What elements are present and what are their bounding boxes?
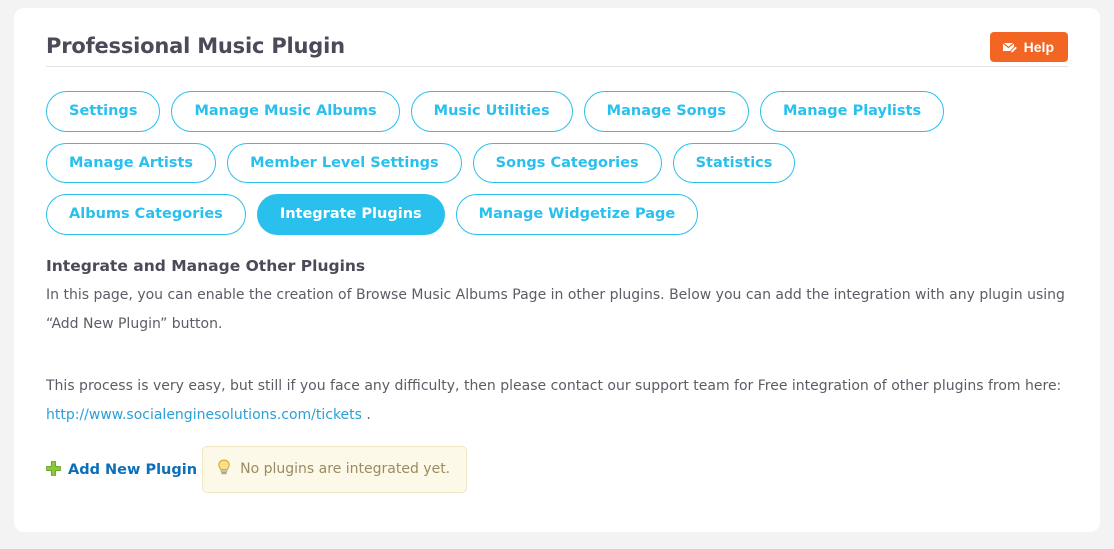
plus-icon (46, 460, 61, 480)
tab-integrate-plugins[interactable]: Integrate Plugins (256, 194, 445, 236)
tab-manage-music-albums[interactable]: Manage Music Albums (171, 91, 400, 132)
tab-music-utilities[interactable]: Music Utilities (410, 91, 573, 132)
envelope-icon (1001, 41, 1018, 54)
tab-manage-widgetize-page[interactable]: Manage Widgetize Page (455, 194, 699, 236)
empty-state-text: No plugins are integrated yet. (240, 461, 451, 478)
support-paragraph-suffix: . (366, 407, 371, 424)
support-ticket-link[interactable]: http://www.socialenginesolutions.com/tic… (46, 407, 362, 423)
support-paragraph-text: This process is very easy, but still if … (46, 378, 1062, 395)
tab-bar: Settings Manage Music Albums Music Utili… (46, 91, 1006, 236)
tab-settings[interactable]: Settings (46, 91, 161, 132)
tab-albums-categories[interactable]: Albums Categories (46, 194, 246, 236)
page-title: Professional Music Plugin (46, 34, 345, 58)
support-paragraph: This process is very easy, but still if … (46, 372, 1068, 429)
header: Professional Music Plugin Help (46, 30, 1068, 74)
tab-statistics[interactable]: Statistics (672, 142, 796, 184)
lightbulb-icon (216, 459, 232, 480)
add-new-plugin-button[interactable]: Add New Plugin (46, 460, 198, 480)
tab-manage-songs[interactable]: Manage Songs (583, 91, 749, 132)
intro-paragraph: In this page, you can enable the creatio… (46, 287, 1065, 332)
header-divider (46, 66, 1068, 67)
tab-manage-playlists[interactable]: Manage Playlists (759, 91, 945, 132)
page-card: Professional Music Plugin Help Settings … (14, 8, 1100, 532)
card-content: Professional Music Plugin Help Settings … (14, 8, 1100, 493)
help-button-label: Help (1023, 39, 1054, 55)
section-title: Integrate and Manage Other Plugins (46, 257, 366, 276)
help-button[interactable]: Help (989, 32, 1068, 62)
tab-songs-categories[interactable]: Songs Categories (472, 142, 662, 184)
add-new-plugin-label: Add New Plugin (68, 462, 198, 479)
tab-member-level-settings[interactable]: Member Level Settings (227, 142, 462, 184)
tab-manage-artists[interactable]: Manage Artists (46, 142, 217, 184)
empty-state-notice: No plugins are integrated yet. (202, 445, 468, 493)
